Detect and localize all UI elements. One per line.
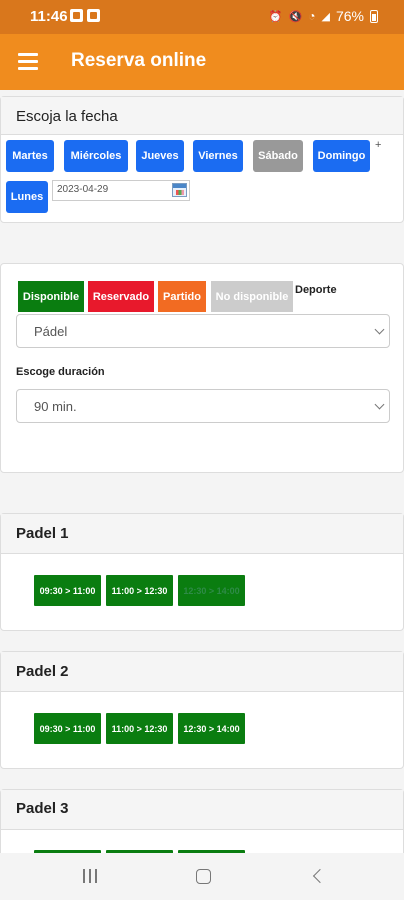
chevron-down-icon xyxy=(374,399,385,410)
time-slot-button[interactable]: 12:30 > 14:00 xyxy=(178,575,245,606)
system-nav-bar xyxy=(0,853,404,900)
more-days-link[interactable]: + xyxy=(375,139,381,151)
battery-percent: 76% xyxy=(335,8,364,24)
legend-reservado: Reservado xyxy=(88,281,154,312)
time-slot-button[interactable]: 12:30 > 14:00 xyxy=(178,713,245,744)
day-button-sabado: Sábado xyxy=(253,140,303,172)
chevron-down-icon xyxy=(374,324,385,335)
signal-icon: ◢ xyxy=(321,10,330,23)
time-slot-button[interactable]: 11:00 > 12:30 xyxy=(106,575,173,606)
day-button-domingo[interactable]: Domingo xyxy=(313,140,370,172)
status-time: 11:46 xyxy=(30,8,68,25)
app-bar: Reserva online xyxy=(0,34,404,90)
app-icon xyxy=(87,9,100,22)
duration-label: Escoge duración xyxy=(16,366,105,378)
date-card-title: Escoja la fecha xyxy=(16,108,118,125)
back-icon[interactable] xyxy=(312,868,328,884)
calendar-icon[interactable] xyxy=(172,183,187,197)
gallery-icon xyxy=(70,9,83,22)
app-title: Reserva online xyxy=(71,50,207,71)
time-slot-button[interactable]: 09:30 > 11:00 xyxy=(34,713,101,744)
date-card-header: Escoja la fecha xyxy=(1,97,403,135)
menu-icon[interactable] xyxy=(18,53,38,70)
legend-disponible: Disponible xyxy=(18,281,84,312)
sport-select[interactable]: Pádel xyxy=(16,314,390,348)
mute-icon: 🔇 xyxy=(288,10,303,23)
court-title: Padel 1 xyxy=(16,525,69,542)
home-icon[interactable] xyxy=(196,869,211,884)
sport-select-value: Pádel xyxy=(34,323,68,339)
recents-icon[interactable] xyxy=(83,869,97,883)
duration-select-value: 90 min. xyxy=(34,398,77,414)
battery-icon xyxy=(370,9,378,23)
legend-no-disponible: No disponible xyxy=(211,281,293,312)
legend-partido: Partido xyxy=(158,281,206,312)
status-bar: 11:46 ⏰ 🔇 ◔ ◢ 76% xyxy=(0,0,404,34)
sport-label: Deporte xyxy=(295,284,337,296)
duration-select[interactable]: 90 min. xyxy=(16,389,390,423)
court-title: Padel 2 xyxy=(16,663,69,680)
court-title: Padel 3 xyxy=(16,800,69,817)
day-button-lunes[interactable]: Lunes xyxy=(6,181,48,213)
day-button-viernes[interactable]: Viernes xyxy=(193,140,243,172)
date-input-value: 2023-04-29 xyxy=(57,184,109,195)
date-input[interactable]: 2023-04-29 xyxy=(52,180,190,201)
time-slot-button[interactable]: 09:30 > 11:00 xyxy=(34,575,101,606)
day-button-jueves[interactable]: Jueves xyxy=(136,140,184,172)
alarm-icon: ⏰ xyxy=(268,10,283,23)
time-slot-button[interactable]: 11:00 > 12:30 xyxy=(106,713,173,744)
day-button-miercoles[interactable]: Miércoles xyxy=(64,140,128,172)
wifi-icon: ◔ xyxy=(308,9,316,23)
day-button-martes[interactable]: Martes xyxy=(6,140,54,172)
